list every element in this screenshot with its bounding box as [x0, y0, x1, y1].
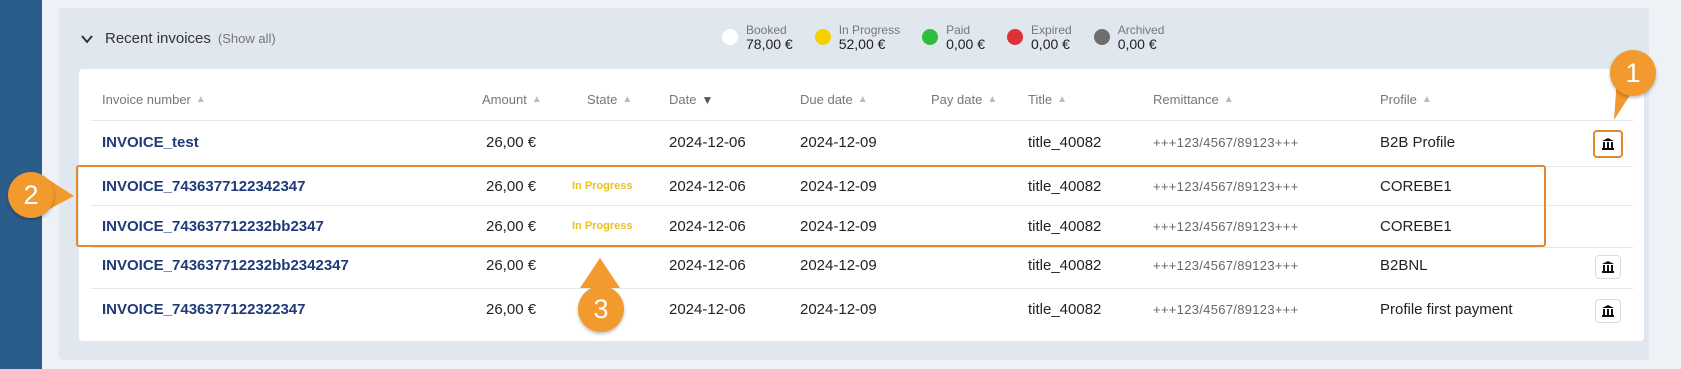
col-header-remittance[interactable]: Remittance ▲	[1153, 92, 1234, 107]
status-legend: Booked 78,00 € In Progress 52,00 € Paid 0,0…	[722, 23, 1164, 51]
legend-dot	[722, 29, 738, 45]
legend-value: 52,00 €	[838, 36, 886, 52]
due-date-cell: 2024-12-09	[800, 134, 877, 151]
sort-up-icon: ▲	[1421, 94, 1432, 105]
col-header-label: Title	[1028, 92, 1053, 107]
invoice-number-link[interactable]: INVOICE_743637712232bb2342347	[102, 257, 349, 274]
section-header[interactable]: Recent invoices (Show all)	[79, 30, 276, 47]
bank-icon	[1602, 138, 1614, 150]
due-date-cell: 2024-12-09	[800, 301, 877, 318]
bank-button[interactable]	[1593, 130, 1623, 158]
col-header-invoice-number[interactable]: Invoice number ▲	[102, 92, 206, 107]
col-header-label: Profile	[1380, 92, 1417, 107]
col-header-label: Remittance	[1153, 92, 1219, 107]
bank-button[interactable]	[1595, 299, 1621, 323]
col-header-date[interactable]: Date ▼	[669, 92, 713, 107]
col-header-title[interactable]: Title ▲	[1028, 92, 1067, 107]
bank-icon	[1602, 261, 1614, 273]
title-cell: title_40082	[1028, 301, 1102, 318]
date-cell: 2024-12-06	[669, 134, 746, 151]
col-header-pay-date[interactable]: Pay date ▲	[931, 92, 997, 107]
legend-label: Booked	[746, 23, 787, 37]
remittance-cell: +++123/4567/89123+++	[1153, 302, 1299, 317]
legend-value: 0,00 €	[1031, 36, 1070, 52]
legend-label: Expired	[1031, 23, 1072, 37]
col-header-label: Invoice number	[102, 92, 191, 107]
legend-archived: Archived 0,00 €	[1093, 23, 1165, 52]
amount-cell: 26,00 €	[486, 134, 537, 151]
chevron-down-icon[interactable]	[79, 31, 95, 47]
legend-dot	[814, 29, 831, 45]
col-header-due-date[interactable]: Due date ▲	[800, 92, 868, 107]
col-header-label: Date	[669, 92, 697, 107]
highlight-box	[76, 165, 1546, 247]
sort-up-icon: ▲	[195, 94, 206, 105]
col-header-state[interactable]: State ▲	[587, 92, 632, 107]
remittance-cell: +++123/4567/89123+++	[1153, 135, 1299, 150]
legend-value: 0,00 €	[946, 36, 986, 52]
title-cell: title_40082	[1028, 134, 1102, 151]
date-cell: 2024-12-06	[669, 257, 746, 274]
legend-value: 78,00 €	[746, 36, 793, 52]
legend-label: Paid	[946, 23, 971, 37]
bank-icon	[1602, 305, 1614, 317]
amount-cell: 26,00 €	[486, 257, 537, 274]
due-date-cell: 2024-12-09	[800, 257, 877, 274]
remittance-cell: +++123/4567/89123+++	[1153, 258, 1299, 273]
section-title: Recent invoices	[105, 30, 211, 47]
sort-up-icon: ▲	[1223, 94, 1234, 105]
sort-up-icon: ▲	[622, 94, 633, 105]
col-header-label: Pay date	[931, 92, 983, 107]
col-header-amount[interactable]: Amount ▲	[482, 92, 542, 107]
show-all-link[interactable]: (Show all)	[218, 31, 276, 46]
legend-label: In Progress	[838, 23, 901, 37]
legend-in-progress: In Progress 52,00 €	[814, 23, 901, 52]
profile-cell: B2BNL	[1380, 257, 1428, 274]
header-divider	[91, 120, 1633, 121]
sort-up-icon: ▲	[857, 94, 868, 105]
invoice-number-link[interactable]: INVOICE_7436377122322347	[102, 301, 306, 318]
amount-cell: 26,00 €	[486, 301, 537, 318]
date-cell: 2024-12-06	[669, 301, 746, 318]
profile-cell: B2B Profile	[1380, 134, 1456, 151]
sort-up-icon: ▲	[531, 94, 542, 105]
row-divider	[91, 288, 1633, 289]
col-header-label: State	[587, 92, 618, 107]
col-header-label: Amount	[482, 92, 527, 107]
col-header-profile[interactable]: Profile ▲	[1380, 92, 1432, 107]
callout-1: 1	[1610, 50, 1656, 96]
legend-value: 0,00 €	[1117, 36, 1157, 52]
legend-paid: Paid 0,00 €	[922, 23, 985, 51]
legend-expired: Expired 0,00 €	[1007, 23, 1072, 51]
col-header-label: Due date	[800, 92, 853, 107]
profile-cell: Profile first payment	[1380, 301, 1513, 318]
sort-up-icon: ▲	[1057, 94, 1067, 105]
bank-button[interactable]	[1595, 255, 1621, 279]
legend-dot	[1093, 29, 1110, 45]
callout-3: 3	[578, 286, 624, 332]
legend-dot	[1007, 29, 1024, 45]
invoice-number-link[interactable]: INVOICE_test	[102, 134, 199, 151]
callout-2: 2	[8, 172, 54, 218]
sort-down-icon: ▼	[701, 92, 714, 107]
sort-up-icon: ▲	[987, 94, 998, 105]
row-divider	[91, 247, 1633, 248]
legend-dot	[922, 29, 939, 45]
legend-booked: Booked 78,00 €	[722, 23, 793, 51]
title-cell: title_40082	[1028, 257, 1102, 274]
legend-label: Archived	[1117, 23, 1165, 37]
